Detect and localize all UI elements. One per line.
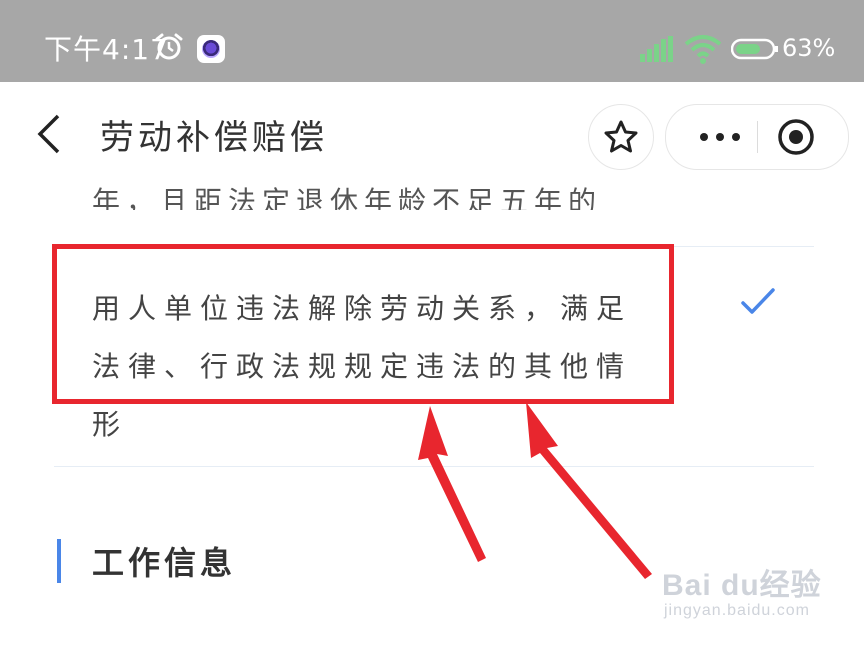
watermark-url: jingyan.baidu.com [664,602,810,619]
mini-program-capsule [665,104,849,170]
content-area: 年，且距法定退休年龄不足五年的 用人单位违法解除劳动关系，满足法律、行政法规规定… [0,185,864,646]
app-notification-icon [197,35,225,63]
close-circle-icon[interactable] [776,117,816,157]
page-title: 劳动补偿赔偿 [100,118,328,158]
status-bar: 下午4:17 63% [0,0,864,82]
capsule-divider [757,121,758,153]
chevron-left-icon[interactable] [30,112,70,156]
watermark-logo: Bai du经验 [662,569,822,602]
status-time: 下午4:17 [44,33,169,66]
more-dots-icon[interactable] [686,105,756,169]
baidu-jingyan-watermark: Bai du经验 jingyan.baidu.com [662,560,832,630]
wifi-icon [684,35,722,64]
alarm-clock-icon [155,33,183,60]
annotation-arrow [526,402,652,579]
annotation-arrow [418,406,486,562]
nav-bar: 劳动补偿赔偿 [0,82,864,188]
signal-icon [640,36,673,62]
battery-percent: 63% [782,34,836,62]
favorite-button[interactable] [588,104,654,170]
star-icon [604,120,638,153]
battery-icon [731,38,778,60]
